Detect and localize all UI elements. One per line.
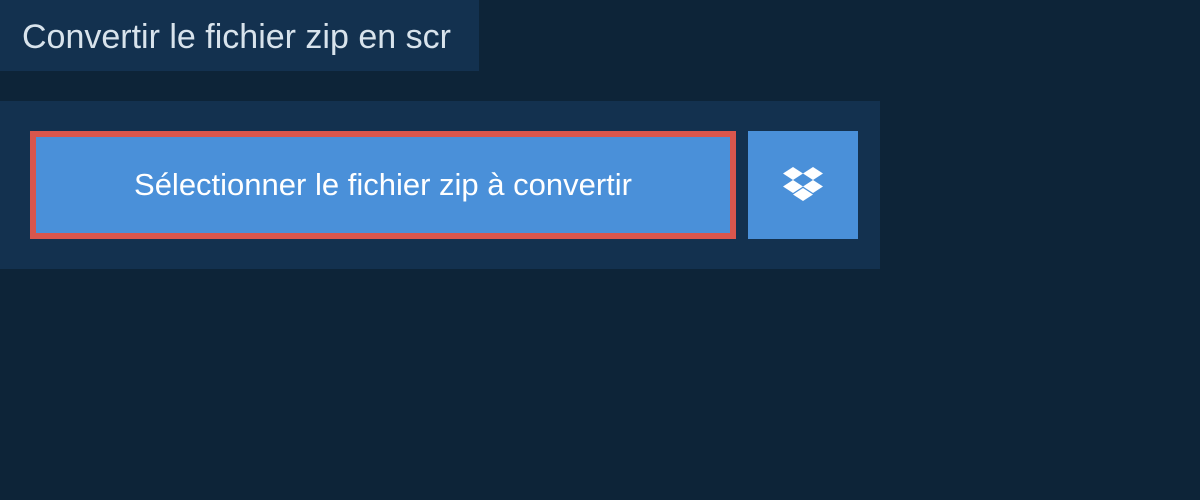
page-title: Convertir le fichier zip en scr bbox=[0, 0, 479, 71]
dropbox-button[interactable] bbox=[748, 131, 858, 239]
select-file-button[interactable]: Sélectionner le fichier zip à convertir bbox=[30, 131, 736, 239]
upload-panel: Sélectionner le fichier zip à convertir bbox=[0, 101, 880, 269]
dropbox-icon bbox=[783, 167, 823, 203]
